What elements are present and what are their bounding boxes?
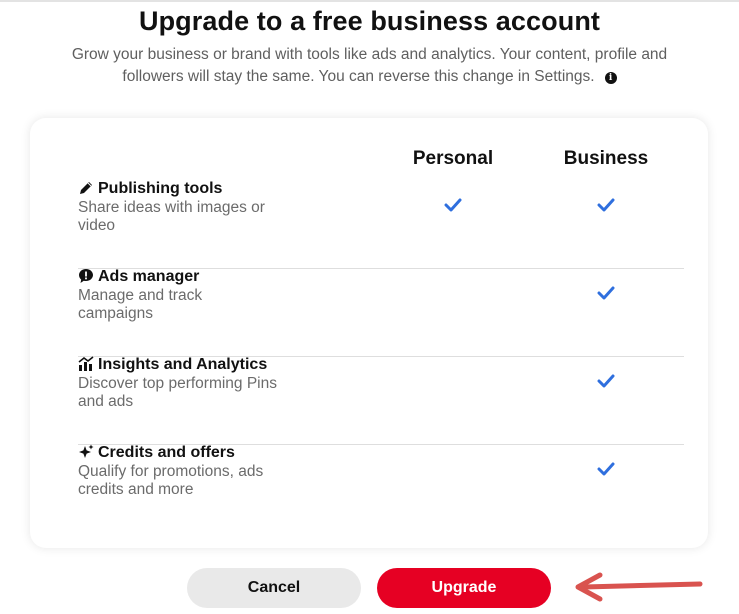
check-icon (597, 198, 615, 212)
subtitle-text: Grow your business or brand with tools l… (71, 46, 668, 85)
sparkle-icon (79, 444, 94, 458)
check-icon (597, 374, 615, 388)
modal-subtitle: Grow your business or brand with tools l… (40, 44, 699, 88)
feature-description: Qualify for promotions, ads credits and … (78, 463, 264, 498)
check-icon (597, 462, 615, 476)
feature-description: Manage and track campaigns (78, 287, 203, 322)
upgrade-button[interactable]: Upgrade (377, 568, 551, 608)
feature-row-publishing-tools: Publishing tools Share ideas with images… (78, 180, 684, 269)
comparison-card: Personal Business Publishing tools Share… (30, 118, 708, 548)
upgrade-modal: Upgrade to a free business account Grow … (0, 0, 739, 614)
check-icon (444, 198, 462, 212)
feature-title: Credits and offers (98, 444, 235, 461)
cancel-button[interactable]: Cancel (187, 568, 361, 608)
check-icon (597, 286, 615, 300)
column-header-personal: Personal (412, 148, 494, 169)
pencil-icon (80, 182, 92, 194)
annotation-arrow-icon (575, 572, 703, 602)
feature-title: Publishing tools (98, 180, 223, 197)
info-icon[interactable]: i (604, 72, 617, 84)
feature-row-credits-offers: Credits and offers Qualify for promotion… (78, 444, 684, 532)
feature-description: Discover top performing Pins and ads (78, 375, 277, 410)
feature-title: Ads manager (98, 268, 200, 285)
feature-description: Share ideas with images or video (78, 199, 265, 234)
analytics-chart-icon (78, 356, 94, 371)
feature-title: Insights and Analytics (98, 356, 268, 373)
modal-title: Upgrade to a free business account (138, 6, 600, 36)
feature-row-insights-analytics: Insights and Analytics Discover top perf… (78, 356, 684, 445)
column-header-business: Business (563, 148, 649, 169)
feature-row-ads-manager: Ads manager Manage and track campaigns (78, 268, 684, 357)
ads-speech-icon (79, 269, 93, 283)
